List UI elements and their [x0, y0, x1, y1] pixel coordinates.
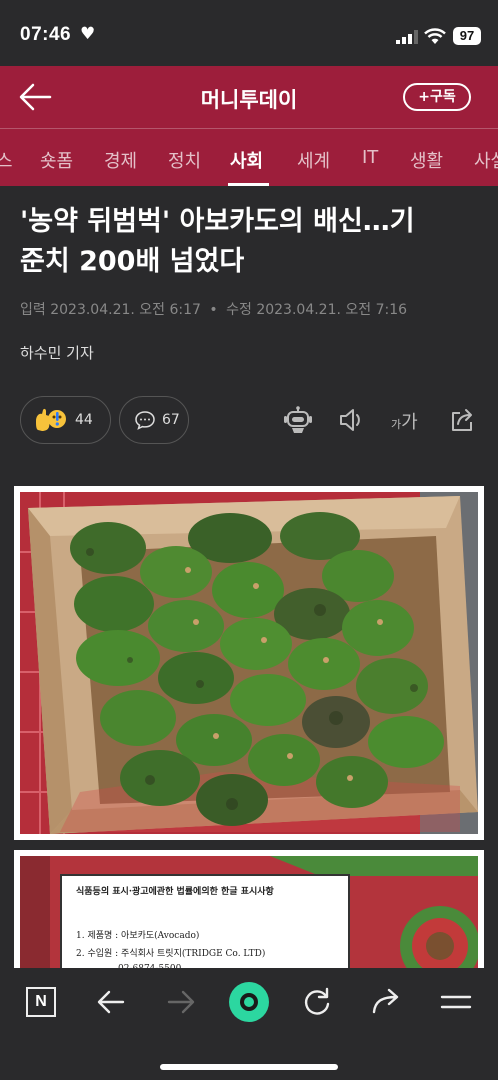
comment-icon: [135, 411, 155, 430]
wifi-icon: [424, 28, 446, 44]
label-title: 식품등의 표시·광고에관한 법률에의한 한글 표시사항: [76, 887, 274, 897]
category-nav: 스 숏폼 경제 정치 사회 세계 IT 생활 사설: [0, 128, 498, 186]
subscribe-label: 구독: [429, 89, 456, 105]
tab-society[interactable]: 사회: [230, 147, 263, 173]
reload-icon[interactable]: [302, 986, 332, 1018]
back-nav-icon[interactable]: [96, 986, 126, 1018]
menu-icon[interactable]: [440, 986, 472, 1018]
comment-count: 67: [162, 412, 180, 428]
share-icon[interactable]: [448, 406, 476, 434]
product-label-card: 식품등의 표시·광고에관한 법률에의한 한글 표시사항 1. 제품명 : 아보카…: [60, 874, 350, 968]
signal-icon: [396, 30, 418, 44]
label-line-1: 1. 제품명 : 아보카도(Avocado): [76, 931, 200, 941]
heart-icon: ♥: [80, 24, 96, 44]
font-size-button[interactable]: 가가: [391, 408, 418, 434]
home-indicator: [160, 1064, 338, 1070]
battery-indicator: 97: [453, 27, 481, 45]
tab-shortform[interactable]: 숏폼: [40, 147, 73, 173]
article-photo-avocado-box: [14, 486, 484, 840]
tab-economy[interactable]: 경제: [104, 147, 137, 173]
tab-editorial[interactable]: 사설: [474, 147, 498, 173]
article-photo-product-label: 식품등의 표시·광고에관한 법률에의한 한글 표시사항 1. 제품명 : 아보카…: [14, 850, 484, 968]
headline-line-1: '농약 뒤범벅' 아보카도의 배신…기: [20, 206, 415, 237]
status-bar: 07:46 ♥ 97: [0, 0, 498, 66]
meta-separator: •: [209, 302, 218, 318]
bottom-toolbar: N: [0, 968, 498, 1080]
naver-n-icon[interactable]: N: [26, 987, 56, 1017]
avocado-box-illustration: [20, 492, 478, 834]
article-author: 하수민 기자: [20, 344, 94, 362]
forward-nav-icon[interactable]: [166, 986, 196, 1018]
speaker-icon[interactable]: [338, 406, 366, 434]
article-meta: 입력 2023.04.21. 오전 6:17 • 수정 2023.04.21. …: [20, 299, 407, 319]
tab-life[interactable]: 생활: [410, 147, 443, 173]
modified-label: 수정: [226, 302, 252, 318]
article: '농약 뒤범벅' 아보카도의 배신…기 준치 200배 넘었다 입력 2023.…: [0, 186, 498, 968]
reaction-count: 44: [75, 412, 93, 428]
tab-politics[interactable]: 정치: [168, 147, 201, 173]
tab-world[interactable]: 세계: [297, 147, 330, 173]
tab-it[interactable]: IT: [362, 147, 378, 168]
robot-summary-icon[interactable]: [283, 406, 313, 434]
modified-date: 2023.04.21. 오전 7:16: [256, 302, 408, 318]
plus-icon: +: [418, 89, 430, 105]
green-dot-home-icon[interactable]: [229, 982, 269, 1022]
headline-line-2: 준치 200배 넘었다: [20, 246, 245, 277]
label-line-2: 2. 수입원 : 주식회사 트릿지(TRIDGE Co. LTD): [76, 949, 266, 959]
article-headline: '농약 뒤범벅' 아보카도의 배신…기 준치 200배 넘었다: [20, 202, 482, 282]
tab-sports[interactable]: 스: [0, 147, 13, 173]
reaction-button[interactable]: 44: [20, 396, 111, 444]
comment-button[interactable]: 67: [119, 396, 189, 444]
font-size-large-label: 가: [401, 412, 418, 433]
share-arrow-icon[interactable]: [370, 986, 402, 1018]
app-header: 머니투데이 +구독: [0, 66, 498, 128]
input-date: 2023.04.21. 오전 6:17: [50, 302, 201, 318]
font-size-small-label: 가: [391, 418, 402, 431]
subscribe-button[interactable]: +구독: [403, 83, 471, 111]
input-label: 입력: [20, 302, 46, 318]
status-time: 07:46: [20, 24, 72, 45]
reaction-emoji-icon: [36, 408, 66, 431]
